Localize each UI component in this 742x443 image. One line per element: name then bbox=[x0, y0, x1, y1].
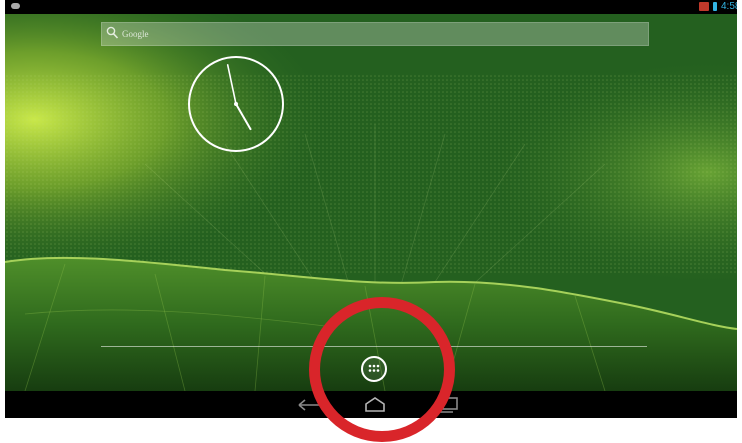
recent-apps-icon bbox=[438, 397, 458, 413]
home-button[interactable] bbox=[357, 391, 393, 418]
app-drawer-grid-icon bbox=[368, 364, 380, 372]
search-icon bbox=[106, 26, 119, 39]
leaf-wallpaper bbox=[5, 14, 737, 391]
clock-minute-hand bbox=[226, 64, 237, 105]
tablet-screen: 4:58 Google bbox=[5, 0, 737, 418]
analog-clock-widget[interactable] bbox=[187, 55, 285, 153]
dock-divider bbox=[101, 346, 647, 347]
navigation-bar bbox=[5, 391, 737, 418]
back-button[interactable] bbox=[291, 391, 327, 418]
clock-hour-hand bbox=[235, 103, 252, 131]
back-arrow-icon bbox=[298, 399, 319, 411]
recent-apps-button[interactable] bbox=[429, 391, 465, 418]
google-search-bar[interactable]: Google bbox=[101, 22, 649, 46]
status-time: 4:58 bbox=[721, 1, 737, 12]
home-icon bbox=[365, 397, 385, 412]
search-label: Google bbox=[122, 29, 149, 39]
network-icon bbox=[699, 2, 709, 11]
notification-icon[interactable] bbox=[11, 3, 20, 9]
battery-icon bbox=[713, 2, 717, 11]
status-bar: 4:58 bbox=[5, 0, 737, 14]
all-apps-button[interactable] bbox=[361, 356, 387, 382]
